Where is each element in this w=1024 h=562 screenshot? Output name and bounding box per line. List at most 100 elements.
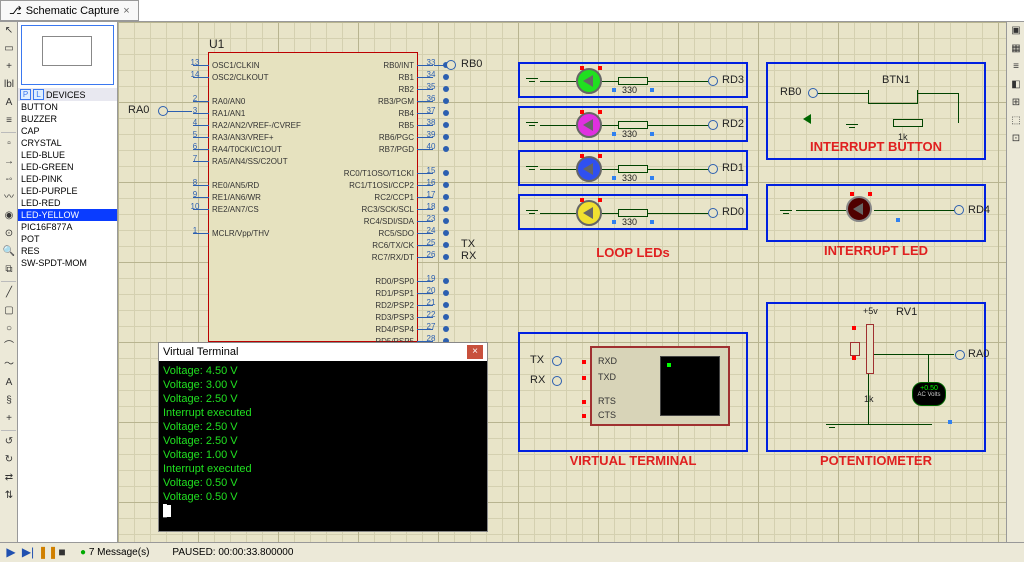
il-pin[interactable] [954,205,964,215]
net-pin[interactable] [708,208,718,218]
tool-rot-ccw[interactable]: ↺ [1,434,17,450]
device-item[interactable]: PIC16F877A [18,221,117,233]
tool-symbol[interactable]: § [1,393,17,409]
device-item[interactable]: POT [18,233,117,245]
tool-text2[interactable]: A [1,375,17,391]
ib-res[interactable] [893,119,923,127]
tool-3d[interactable]: ◧ [1008,77,1024,93]
arrow-icon [803,114,811,124]
vt-line: Voltage: 1.00 V [163,449,238,461]
net-pin[interactable] [708,164,718,174]
led[interactable] [576,200,602,226]
tool-pin[interactable]: -◦ [1,172,17,188]
canvas[interactable]: U1 OSC1/CLKIN13OSC2/CLKOUT14RA0/AN02RA1/… [118,22,1006,542]
tool-rot-cw[interactable]: ↻ [1,452,17,468]
tool-arc[interactable]: ⌒ [1,339,17,355]
tool-terminal[interactable]: → [1,154,17,170]
device-item[interactable]: LED-PINK [18,173,117,185]
tool-mixed[interactable]: ⊞ [1008,95,1024,111]
tab-schematic[interactable]: ⎇ Schematic Capture × [0,0,139,21]
tool-flip-v[interactable]: ⇅ [1,488,17,504]
resistor[interactable] [618,121,648,129]
device-item[interactable]: RES [18,245,117,257]
ib-pin[interactable] [808,88,818,98]
vt-rx-pin[interactable] [552,376,562,386]
tool-generator[interactable]: ⊙ [1,226,17,242]
device-item[interactable]: CRYSTAL [18,137,117,149]
int-led[interactable] [846,196,872,222]
close-icon[interactable]: × [467,345,483,359]
device-item[interactable]: BUTTON [18,101,117,113]
play-button[interactable]: ▶ [4,546,18,560]
net-pin[interactable] [708,76,718,86]
tool-junction[interactable]: + [1,59,17,75]
res-val: 330 [622,129,637,139]
tool-probe[interactable]: 🔍 [1,244,17,260]
vt-tx-pin[interactable] [552,356,562,366]
tool-graph[interactable]: 〰 [1,190,17,206]
pin-number: 17 [421,190,441,199]
led[interactable] [576,156,602,182]
tool-track[interactable]: ⬚ [1008,113,1024,129]
tab-label: Schematic Capture [26,5,120,17]
resistor[interactable] [618,165,648,173]
vt-titlebar[interactable]: Virtual Terminal × [159,343,487,361]
pause-button[interactable]: ❚❚ [38,546,52,560]
close-icon[interactable]: × [123,5,129,17]
pot-body[interactable] [866,324,874,374]
tool-wirelabel[interactable]: lbl [1,77,17,93]
vterm-module[interactable]: RXD TXD RTS CTS [590,346,730,426]
tool-layer[interactable]: ≡ [1008,59,1024,75]
device-item[interactable]: BUZZER [18,113,117,125]
tool-path[interactable]: 〜 [1,357,17,373]
device-item[interactable]: SW-SPDT-MOM [18,257,117,269]
virtual-terminal-window[interactable]: Virtual Terminal × Voltage: 4.50 VVoltag… [158,342,488,532]
vt-line: Interrupt executed [163,407,252,419]
vt-output: Voltage: 4.50 VVoltage: 3.00 VVoltage: 2… [159,361,487,523]
pot-wiper[interactable] [850,342,860,356]
device-item[interactable]: LED-YELLOW [18,209,117,221]
net-pin[interactable] [708,120,718,130]
vt-title: VIRTUAL TERMINAL [520,453,746,468]
device-item[interactable]: LED-PURPLE [18,185,117,197]
button-symbol[interactable] [868,90,918,104]
step-button[interactable]: ▶| [21,546,35,560]
tool-normal[interactable]: ▣ [1008,23,1024,39]
terminal-rb0-pin[interactable] [446,60,456,70]
device-item[interactable]: CAP [18,125,117,137]
tool-instrument[interactable]: ⧉ [1,262,17,278]
chip-pin: RE1/AN6/WR [212,193,261,202]
led[interactable] [576,68,602,94]
device-item[interactable]: LED-RED [18,197,117,209]
tool-pad[interactable]: ⊡ [1008,131,1024,147]
tool-marker[interactable]: + [1,411,17,427]
pot-pin[interactable] [955,350,965,360]
device-list[interactable]: BUTTONBUZZERCAPCRYSTALLED-BLUELED-GREENL… [18,101,117,542]
tool-component[interactable]: ▭ [1,41,17,57]
voltmeter[interactable]: +0.50 AC Volts [912,382,946,406]
res-val: 330 [622,217,637,227]
tool-recorder[interactable]: ◉ [1,208,17,224]
tool-bus[interactable]: ≡ [1,113,17,129]
tool-select[interactable]: ↖ [1,23,17,39]
resistor[interactable] [618,209,648,217]
device-item[interactable]: LED-GREEN [18,161,117,173]
tool-circle[interactable]: ○ [1,321,17,337]
overview-map[interactable] [21,25,114,85]
message-count[interactable]: 7 Message(s) [89,547,150,558]
tool-box[interactable]: ▢ [1,303,17,319]
tool-hide[interactable]: ▦ [1008,41,1024,57]
chip-u1[interactable]: U1 OSC1/CLKIN13OSC2/CLKOUT14RA0/AN02RA1/… [208,52,418,342]
tool-text[interactable]: A [1,95,17,111]
pick-device-button[interactable]: P [20,89,31,100]
library-button[interactable]: L [33,89,44,100]
resistor[interactable] [618,77,648,85]
tool-flip-h[interactable]: ⇄ [1,470,17,486]
chip-pin: MCLR/Vpp/THV [212,229,269,238]
led[interactable] [576,112,602,138]
stop-button[interactable]: ■ [55,546,69,560]
tool-subcircuit[interactable]: ▫ [1,136,17,152]
tool-line[interactable]: ╱ [1,285,17,301]
device-item[interactable]: LED-BLUE [18,149,117,161]
terminal-ra0-pin[interactable] [158,106,168,116]
